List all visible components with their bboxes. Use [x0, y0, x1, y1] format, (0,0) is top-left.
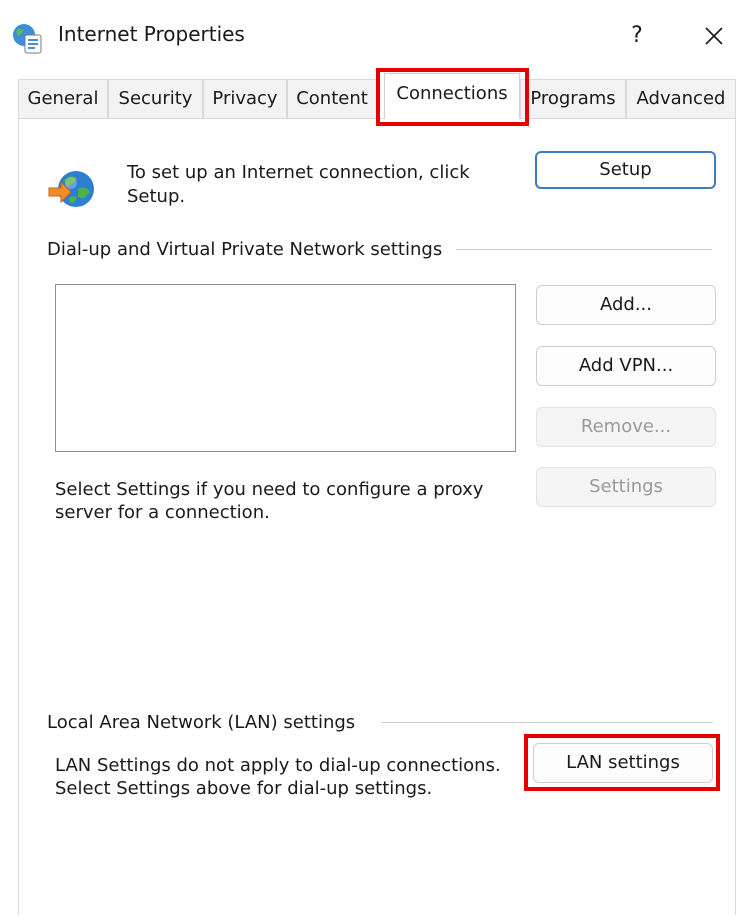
- tab-advanced[interactable]: Advanced: [626, 79, 736, 118]
- tab-strip: General Security Privacy Content Connect…: [0, 73, 740, 119]
- settings-button[interactable]: Settings: [536, 467, 716, 507]
- tab-connections[interactable]: Connections: [384, 73, 520, 119]
- add-button[interactable]: Add...: [536, 285, 716, 325]
- connections-list[interactable]: [55, 284, 516, 452]
- lan-description-line2: Select Settings above for dial-up settin…: [55, 778, 433, 799]
- tab-general[interactable]: General: [18, 79, 108, 118]
- setup-description-line1: To set up an Internet connection, click: [127, 162, 470, 183]
- lan-settings-button[interactable]: LAN settings: [533, 743, 713, 783]
- window-title: Internet Properties: [58, 22, 245, 46]
- lan-description-line1: LAN Settings do not apply to dial-up con…: [55, 755, 501, 776]
- lan-group-divider: [381, 722, 713, 723]
- setup-description-line2: Setup.: [127, 186, 186, 207]
- dialup-group-label: Dial-up and Virtual Private Network sett…: [47, 239, 443, 260]
- lan-group-label: Local Area Network (LAN) settings: [47, 712, 356, 733]
- tab-content[interactable]: Content: [287, 79, 377, 118]
- internet-properties-icon: [10, 21, 44, 55]
- tab-programs[interactable]: Programs: [520, 79, 626, 118]
- connections-panel: To set up an Internet connection, click …: [18, 118, 736, 915]
- setup-button[interactable]: Setup: [535, 151, 716, 189]
- tab-security[interactable]: Security: [108, 79, 203, 118]
- globe-connection-icon: [47, 164, 97, 214]
- title-bar: Internet Properties ?: [0, 0, 751, 66]
- close-icon[interactable]: [690, 14, 736, 56]
- remove-button[interactable]: Remove...: [536, 407, 716, 447]
- internet-properties-dialog: Internet Properties ? General Security P…: [0, 0, 751, 915]
- proxy-description-line1: Select Settings if you need to configure…: [55, 479, 484, 500]
- dialup-group-divider: [456, 249, 712, 250]
- help-button[interactable]: ?: [617, 16, 657, 56]
- proxy-description-line2: server for a connection.: [55, 502, 270, 523]
- tab-privacy[interactable]: Privacy: [203, 79, 287, 118]
- add-vpn-button[interactable]: Add VPN...: [536, 346, 716, 386]
